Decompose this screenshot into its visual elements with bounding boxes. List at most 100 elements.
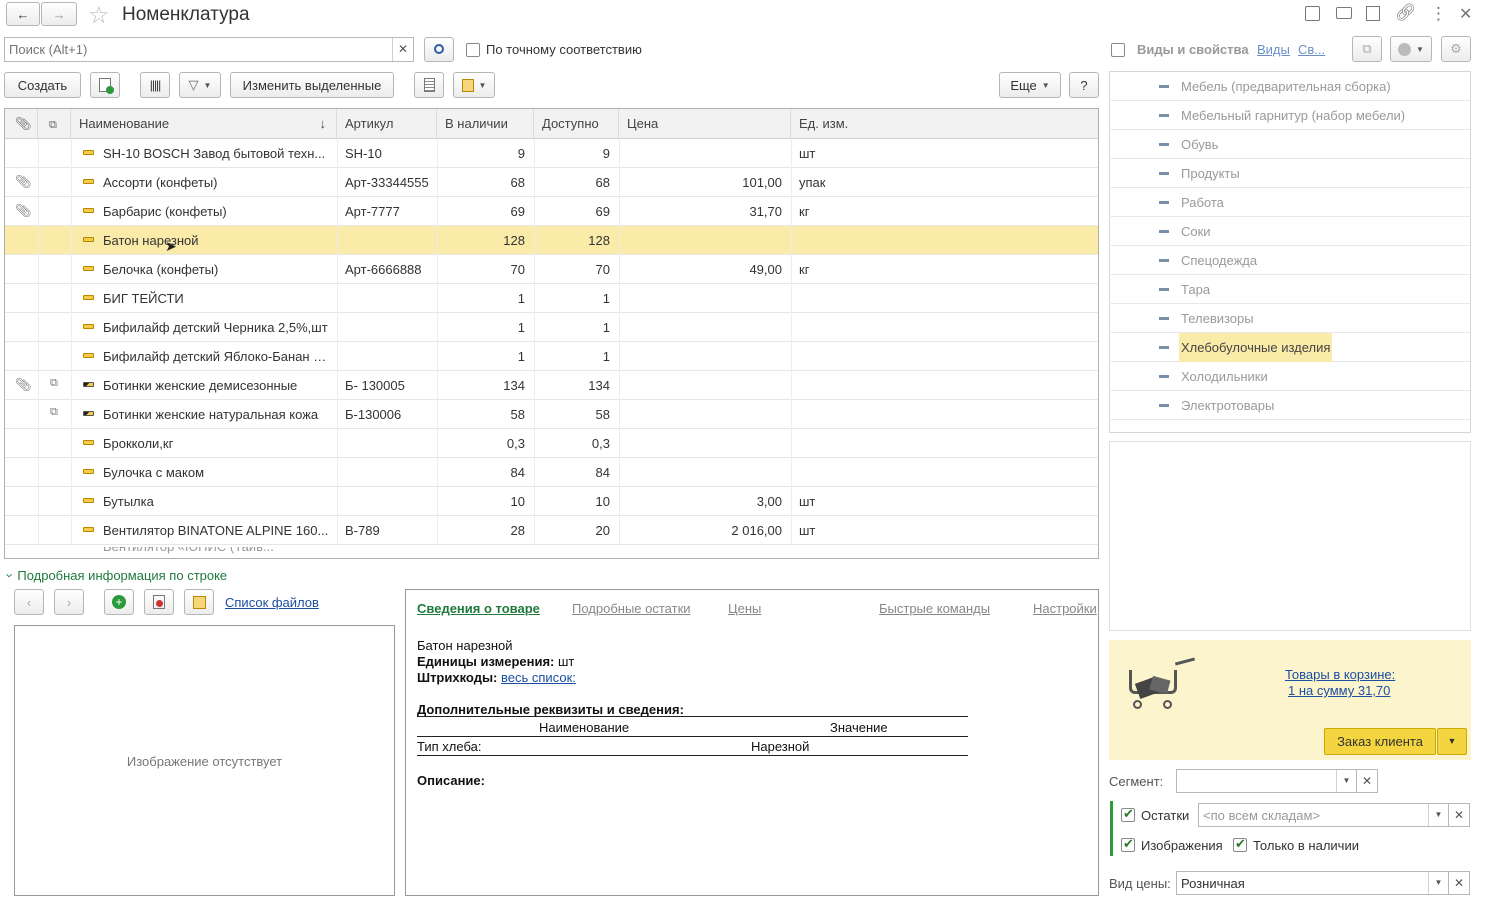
column-header-name[interactable]: Наименование ↓ — [71, 109, 337, 139]
category-item[interactable]: Обувь — [1109, 130, 1470, 159]
help-button[interactable]: ? — [1069, 72, 1099, 98]
table-row[interactable]: Белочка (конфеты) Арт-6666888 70 70 49,00 кг — [5, 255, 1098, 284]
barcodes-link[interactable]: весь список: — [501, 670, 576, 685]
client-order-button[interactable]: Заказ клиента — [1324, 728, 1436, 755]
change-selected-button[interactable]: Изменить выделенные — [230, 72, 394, 98]
create-button[interactable]: Создать — [4, 72, 81, 98]
print-icon[interactable] — [1336, 7, 1352, 19]
filter-group-bar — [1110, 801, 1113, 856]
category-item[interactable]: Мебельный гарнитур (набор мебели) — [1109, 101, 1470, 130]
column-header-article[interactable]: Артикул — [337, 109, 437, 139]
category-item[interactable]: Тара — [1109, 275, 1470, 304]
table-row[interactable]: SH-10 BOSCH Завод бытовой техн... SH-10 9 9… — [5, 139, 1098, 168]
props-link[interactable]: Св... — [1298, 42, 1325, 57]
tab-stock-details[interactable]: Подробные остатки — [572, 601, 691, 616]
clear-search-icon[interactable]: ✕ — [392, 38, 413, 61]
favorite-star-icon[interactable]: ☆ — [88, 1, 110, 30]
category-item[interactable]: Электротовары — [1109, 391, 1470, 420]
segment-select[interactable]: ▼ — [1176, 769, 1357, 793]
table-row[interactable]: 📎︎ Ассорти (конфеты) Арт-33344555 68 68 101,0… — [5, 168, 1098, 197]
more-vertical-icon[interactable]: ⋮ — [1430, 4, 1447, 24]
table-row[interactable]: 📎︎ ⧉ Ботинки женские демисезонные Б- 130005… — [5, 371, 1098, 400]
cell-price — [619, 226, 782, 255]
save-icon[interactable] — [1305, 6, 1320, 21]
table-row[interactable]: Батон нарезной 128 128 ➤ — [5, 226, 1098, 255]
more-button[interactable]: Еще ▼ — [999, 72, 1061, 98]
cart-summary-line2[interactable]: 1 на сумму 31,70 — [1288, 683, 1390, 698]
category-item[interactable]: Соки — [1109, 217, 1470, 246]
attach-column-header[interactable]: 📎︎ — [5, 109, 38, 139]
search-button[interactable] — [424, 37, 454, 62]
images-checkbox[interactable] — [1121, 836, 1135, 852]
client-order-dropdown[interactable]: ▼ — [1437, 728, 1467, 755]
close-icon[interactable]: ✕ — [1459, 4, 1472, 24]
back-button[interactable]: ← — [6, 2, 40, 26]
chevron-down-icon[interactable]: ▼ — [1428, 872, 1448, 894]
table-row[interactable]: ⧉ Ботинки женские натуральная кожа Б-13000… — [5, 400, 1098, 429]
table-row[interactable]: Брокколи,кг 0,3 0,3 — [5, 429, 1098, 458]
table-row[interactable]: Бутылка 10 10 3,00 шт — [5, 487, 1098, 516]
chevron-down-icon[interactable]: ▼ — [1428, 804, 1448, 826]
table-row[interactable]: Бифилайф детский Черника 2,5%,шт 1 1 — [5, 313, 1098, 342]
copy-panel-button[interactable]: ⧉ — [1352, 36, 1382, 62]
tab-product-info[interactable]: Сведения о товаре — [417, 601, 540, 616]
price-type-clear-button[interactable]: ✕ — [1448, 871, 1470, 895]
table-row[interactable]: Вентилятор BINATONE ALPINE 160... В-789 28… — [5, 516, 1098, 545]
cell-unit: кг — [799, 262, 810, 277]
kinds-checkbox[interactable] — [1111, 43, 1125, 57]
category-item[interactable]: Спецодежда — [1109, 246, 1470, 275]
category-item[interactable]: Хлебобулочные изделия — [1109, 333, 1470, 362]
warehouse-select[interactable]: <по всем складам> ▼ — [1198, 803, 1449, 827]
column-header-unit[interactable]: Ед. изм. — [791, 109, 1098, 139]
search-input-box[interactable]: ✕ — [4, 37, 414, 62]
tab-settings[interactable]: Настройки — [1033, 601, 1097, 616]
category-item[interactable]: Мебель (предварительная сборка) — [1109, 72, 1470, 101]
forward-button[interactable]: → — [41, 2, 77, 26]
chevron-down-icon[interactable]: ▼ — [1336, 770, 1356, 792]
preview-icon[interactable] — [1366, 6, 1380, 21]
tab-quick-commands[interactable]: Быстрые команды — [879, 601, 990, 616]
table-row[interactable]: Бифилайф детский Яблоко-Банан 2... 1 1 — [5, 342, 1098, 371]
warehouse-clear-button[interactable]: ✕ — [1448, 803, 1470, 827]
copy-column-header[interactable]: ⧉ — [38, 109, 71, 139]
category-item[interactable]: Телевизоры — [1109, 304, 1470, 333]
file-props-button[interactable] — [184, 589, 214, 615]
prev-image-button[interactable]: ‹ — [14, 589, 44, 615]
add-document-icon — [99, 78, 114, 94]
table-row[interactable]: 📎︎ Барбарис (конфеты) Арт-7777 69 69 31,70 кг — [5, 197, 1098, 226]
table-row[interactable]: Булочка с маком 84 84 — [5, 458, 1098, 487]
category-item[interactable]: Продукты — [1109, 159, 1470, 188]
add-panel-button[interactable]: ▼ — [1390, 36, 1432, 62]
cell-unit: шт — [799, 146, 816, 161]
files-list-link[interactable]: Список файлов — [225, 595, 319, 610]
segment-clear-button[interactable]: ✕ — [1356, 769, 1378, 793]
search-input[interactable] — [5, 38, 385, 60]
price-type-select[interactable]: Розничная ▼ — [1176, 871, 1449, 895]
report-button[interactable] — [414, 72, 444, 98]
print-menu-button[interactable]: ▼ — [453, 72, 495, 98]
exact-match-checkbox[interactable] — [466, 43, 480, 57]
column-header-price[interactable]: Цена — [619, 109, 791, 139]
category-item[interactable]: Холодильники — [1109, 362, 1470, 391]
column-header-stock[interactable]: В наличии — [437, 109, 534, 139]
barcode-button[interactable]: ||||| — [140, 72, 170, 98]
kinds-link[interactable]: Виды — [1257, 42, 1290, 57]
table-row[interactable]: БИГ ТЕЙСТИ 1 1 — [5, 284, 1098, 313]
next-image-button[interactable]: › — [54, 589, 84, 615]
settings-panel-button[interactable]: ⚙ — [1441, 36, 1471, 62]
copy-create-button[interactable] — [90, 72, 120, 98]
filter-button[interactable]: ▽ ▼ — [179, 72, 221, 98]
only-available-checkbox[interactable] — [1233, 836, 1247, 852]
column-header-available[interactable]: Доступно — [534, 109, 619, 139]
products-table[interactable]: 📎︎ ⧉ Наименование ↓ Артикул В наличии Дос… — [4, 108, 1099, 559]
add-file-button[interactable]: + — [104, 589, 134, 615]
price-type-label: Вид цены: — [1109, 876, 1171, 891]
details-toggle[interactable]: ›Подробная информация по строке — [3, 568, 228, 583]
tab-prices[interactable]: Цены — [728, 601, 761, 616]
link-icon[interactable]: 🔗︎ — [1395, 3, 1417, 23]
delete-file-button[interactable] — [144, 589, 174, 615]
cart-summary-line1[interactable]: Товары в корзине: — [1285, 667, 1395, 682]
stock-checkbox[interactable] — [1121, 806, 1135, 822]
cell-unit — [799, 371, 899, 400]
category-item[interactable]: Работа — [1109, 188, 1470, 217]
